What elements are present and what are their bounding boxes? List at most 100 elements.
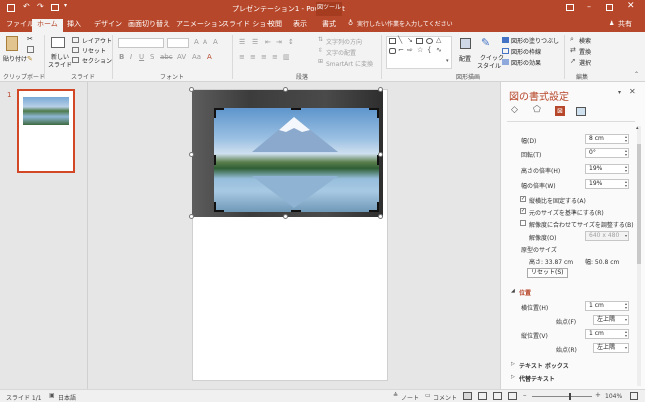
section-button[interactable]: セクション [82, 56, 112, 65]
minimize-icon[interactable]: – [587, 3, 591, 11]
resize-handle-top-left[interactable] [189, 87, 194, 92]
customize-qat-icon[interactable]: ▾ [64, 3, 67, 9]
picture[interactable] [214, 108, 379, 212]
font-size-box[interactable] [167, 38, 189, 48]
font-name-box[interactable] [118, 38, 164, 48]
shape-effects-button[interactable]: 図形の効果 [511, 58, 541, 67]
bold-icon[interactable]: B [119, 54, 124, 61]
collapsed-chevron-icon[interactable]: ▷ [511, 362, 515, 367]
tab-file[interactable]: ファイル [6, 19, 34, 32]
effects-tab-icon[interactable]: ⬠ [533, 106, 541, 115]
bullets-icon[interactable]: ☰ [239, 39, 245, 46]
text-direction-icon[interactable]: ⇅ [318, 37, 323, 43]
arrange-icon[interactable] [460, 38, 471, 49]
reset-size-button[interactable]: リセット(S) [527, 268, 568, 278]
paste-icon[interactable] [6, 36, 18, 51]
maximize-icon[interactable] [606, 4, 613, 11]
align-left-icon[interactable]: ≡ [239, 54, 245, 61]
shape-outline-button[interactable]: 図形の枠線 [511, 47, 541, 56]
shape-line-icon[interactable]: ╲ [398, 37, 402, 44]
select-icon[interactable]: ➚ [570, 58, 576, 65]
find-button[interactable]: 検索 [579, 36, 591, 45]
comments-icon[interactable]: ▭ [425, 393, 431, 399]
start-slideshow-icon[interactable] [51, 4, 59, 11]
pane-scrollbar-thumb[interactable] [637, 144, 641, 264]
layout-button[interactable]: レイアウト [82, 36, 112, 45]
tab-view[interactable]: 表示 [293, 19, 307, 32]
alttext-section-header[interactable]: 代替テキスト [519, 374, 555, 383]
clear-format-icon[interactable]: A [213, 39, 218, 46]
rotation-field[interactable]: 0° ▴ ▾ [585, 148, 629, 158]
pane-options-icon[interactable]: ▾ [618, 90, 621, 96]
convert-smartart-button[interactable]: SmartArt に変換 [326, 59, 373, 68]
shadow-icon[interactable]: S [150, 54, 154, 61]
format-painter-icon[interactable]: ✎ [27, 56, 33, 63]
shape-rounded-rect-icon[interactable] [389, 48, 396, 54]
share-icon[interactable]: ♟ [609, 21, 614, 27]
spinner-icon[interactable]: ▴ ▾ [625, 149, 627, 157]
crop-handle-left[interactable] [214, 155, 216, 165]
copy-icon[interactable] [27, 46, 34, 53]
tab-transitions[interactable]: 画面切り替え [128, 19, 170, 32]
position-section-header[interactable]: 位置 [519, 288, 531, 297]
gallery-more-icon[interactable]: ▾ [446, 59, 449, 64]
crop-handle-top-right-v[interactable] [377, 108, 379, 118]
shape-brace-icon[interactable]: { [427, 47, 431, 54]
select-button[interactable]: 選択 [579, 58, 591, 67]
shape-outline-icon[interactable] [502, 48, 509, 54]
share-button[interactable]: 共有 [618, 19, 632, 32]
proofing-icon[interactable]: ▣ [49, 393, 55, 399]
crop-handle-bottom-left-v[interactable] [214, 202, 216, 212]
undo-icon[interactable]: ↶ [23, 3, 30, 11]
shape-fill-button[interactable]: 図形の塗りつぶし [511, 36, 559, 45]
spinner-icon[interactable]: ▴ ▾ [625, 180, 627, 188]
reset-icon[interactable] [72, 47, 79, 53]
spinner-icon[interactable]: ▴ ▾ [625, 135, 627, 143]
layout-icon[interactable] [72, 37, 79, 43]
notes-button[interactable]: ノート [401, 393, 419, 402]
increase-indent-icon[interactable]: ⇥ [276, 39, 282, 46]
shape-textbox-icon[interactable] [389, 38, 396, 44]
shape-effects-icon[interactable] [502, 59, 509, 65]
notes-icon[interactable]: ≜ [393, 393, 398, 399]
zoom-out-icon[interactable]: – [523, 392, 527, 399]
redo-icon[interactable]: ↷ [37, 3, 44, 11]
shape-oval-icon[interactable] [426, 38, 433, 44]
horizontal-position-field[interactable]: 1 cm ▴ ▾ [585, 301, 629, 311]
shape-arrow-icon[interactable]: ↘ [407, 37, 413, 44]
quick-styles-icon[interactable]: ✎ [481, 37, 490, 48]
crop-handle-bottom-right-v[interactable] [377, 202, 379, 212]
font-color-icon[interactable]: A [207, 54, 212, 61]
replace-button[interactable]: 置換 [579, 47, 591, 56]
tab-review[interactable]: 校閲 [268, 19, 282, 32]
replace-icon[interactable]: ⇄ [570, 47, 576, 54]
tab-slideshow[interactable]: スライド ショー [222, 19, 273, 32]
scroll-up-icon[interactable]: ▴ [636, 126, 639, 131]
expanded-chevron-icon[interactable]: ◢ [511, 289, 515, 294]
fit-slide-icon[interactable] [630, 392, 638, 400]
resize-handle-bottom-right[interactable] [378, 214, 383, 219]
zoom-slider-thumb[interactable] [569, 393, 571, 400]
section-icon[interactable] [72, 57, 79, 63]
resize-handle-top[interactable] [283, 87, 288, 92]
textbox-section-header[interactable]: テキスト ボックス [519, 361, 569, 370]
shape-triangle-icon[interactable]: △ [436, 37, 441, 44]
tab-home[interactable]: ホーム [32, 19, 63, 32]
strikethrough-icon[interactable]: abc [160, 54, 173, 61]
change-case-icon[interactable]: Aa [192, 54, 201, 61]
tab-insert[interactable]: 挿入 [67, 19, 81, 32]
text-direction-button[interactable]: 文字列の方向 [326, 37, 362, 46]
slideshow-view-icon[interactable] [508, 392, 517, 400]
normal-view-icon[interactable] [463, 392, 472, 400]
collapse-ribbon-icon[interactable]: ⌃ [634, 72, 639, 78]
crop-handle-bottom[interactable] [291, 210, 301, 212]
best-scale-checkbox[interactable] [520, 220, 526, 226]
size-properties-tab-icon[interactable]: ⊠ [555, 106, 565, 116]
reading-view-icon[interactable] [493, 392, 502, 400]
comments-button[interactable]: コメント [433, 393, 457, 402]
paste-label[interactable]: 貼り付け [3, 54, 27, 63]
vertical-from-dropdown[interactable]: 左上隅 ▾ [593, 343, 629, 353]
zoom-in-icon[interactable]: + [595, 392, 601, 399]
font-grow-icon[interactable]: A [194, 39, 199, 46]
width-field[interactable]: 8 cm ▴ ▾ [585, 134, 629, 144]
